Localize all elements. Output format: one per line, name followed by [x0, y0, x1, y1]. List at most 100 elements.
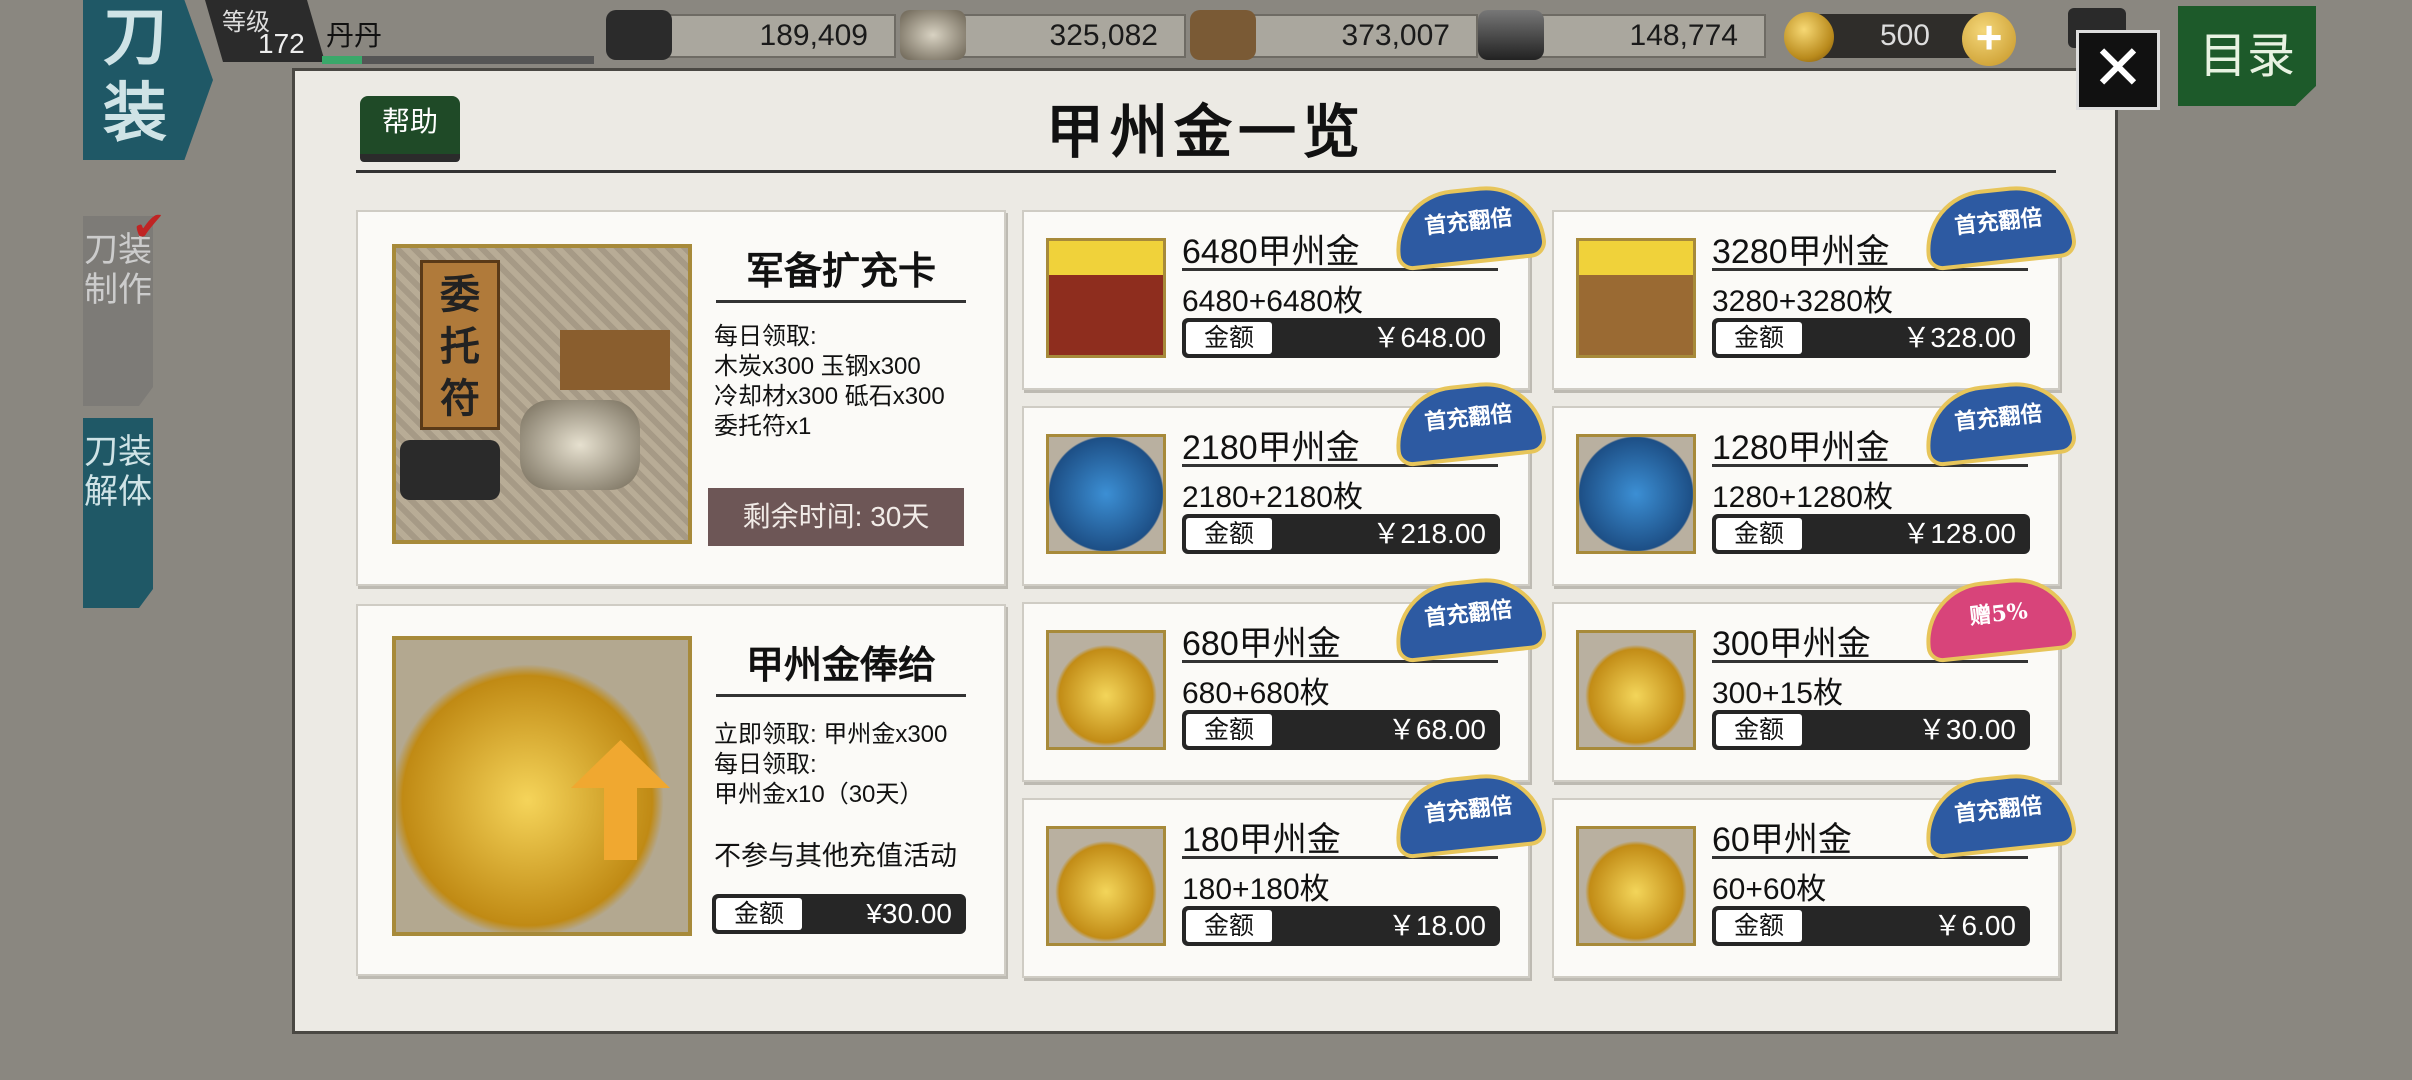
tab-dismantle[interactable]: 刀装解体: [83, 418, 153, 608]
pack-amount: 3280+3280枚: [1712, 285, 1893, 318]
title-divider: [356, 170, 2056, 173]
price-value: ￥30.00: [1917, 714, 2016, 745]
whetstone-icon: [520, 400, 640, 490]
pack-divider: [1182, 660, 1498, 663]
military-card-divider: [716, 300, 966, 303]
salary-buy-button[interactable]: 金额 ¥30.00: [712, 894, 966, 934]
pack-name: 3280甲州金: [1712, 233, 1890, 271]
resource-whetstone: 325,082: [960, 14, 1186, 58]
price-value: ￥6.00: [1933, 910, 2017, 941]
pack-buy-button[interactable]: 金额 ￥328.00: [1712, 318, 2030, 358]
pack-amount: 6480+6480枚: [1182, 285, 1363, 318]
pack-chest2-icon: [1576, 238, 1696, 358]
forge-logo: 刀装: [83, 0, 213, 160]
price-value: ￥218.00: [1372, 518, 1486, 549]
resource-charcoal: 189,409: [666, 14, 896, 58]
military-card-title: 军备扩充卡: [745, 248, 936, 293]
panel-title: 甲州金一览: [1045, 98, 1366, 166]
pack-amount: 1280+1280枚: [1712, 481, 1893, 514]
pack-buy-button[interactable]: 金额 ￥18.00: [1182, 906, 1500, 946]
price-label: 金额: [1716, 910, 1802, 942]
price-label: 金额: [1716, 714, 1802, 746]
price-value: ￥68.00: [1387, 714, 1486, 745]
pack-name: 180甲州金: [1182, 821, 1341, 859]
pack-coins-icon: [1046, 630, 1166, 750]
price-label: 金额: [1716, 518, 1802, 550]
close-button[interactable]: ✕: [2076, 30, 2160, 110]
help-button[interactable]: 帮助: [360, 96, 460, 162]
price-label: 金额: [1186, 714, 1272, 746]
pack-divider: [1712, 464, 2028, 467]
remaining-time: 剩余时间: 30天: [708, 488, 964, 546]
pack-divider: [1182, 464, 1498, 467]
check-icon: ✔: [132, 205, 166, 249]
desc-line: 委托符x1: [714, 413, 812, 440]
pack-buy-button[interactable]: 金额 ￥648.00: [1182, 318, 1500, 358]
pack-buy-button[interactable]: 金额 ￥128.00: [1712, 514, 2030, 554]
charcoal-icon: [400, 440, 500, 500]
price-value: ￥18.00: [1387, 910, 1486, 941]
pack-buy-button[interactable]: 金额 ￥218.00: [1182, 514, 1500, 554]
level-value: 172: [258, 28, 305, 59]
price-label: 金额: [1186, 322, 1272, 354]
pack-bag-icon: [1576, 434, 1696, 554]
salary-card-title: 甲州金俸给: [745, 642, 936, 687]
desc-line: 木炭x300 玉钢x300: [714, 353, 921, 380]
price-value: ￥128.00: [1902, 518, 2016, 549]
price-label: 金额: [1186, 518, 1272, 550]
desc-line: 冷却材x300 砥石x300: [714, 383, 945, 410]
menu-button[interactable]: 目录: [2178, 6, 2316, 106]
pack-chest-icon: [1046, 238, 1166, 358]
token-icon: 委托符: [420, 260, 500, 430]
desc-line: 立即领取: 甲州金x300: [714, 721, 948, 748]
pack-name: 60甲州金: [1712, 821, 1852, 859]
charcoal-icon: [606, 10, 672, 60]
pack-buy-button[interactable]: 金额 ￥30.00: [1712, 710, 2030, 750]
military-card-desc: 每日领取: 木炭x300 玉钢x300 冷却材x300 砥石x300 委托符x1: [714, 322, 984, 442]
desc-line: 每日领取:: [714, 323, 817, 350]
desc-line: 甲州金x10（30天）: [714, 781, 924, 808]
exp-bar-fill: [322, 56, 362, 64]
steel-icon: [1478, 10, 1544, 60]
pack-divider: [1182, 268, 1498, 271]
pack-bag-icon: [1046, 434, 1166, 554]
price-value: ￥648.00: [1372, 322, 1486, 353]
pack-coins-icon: [1576, 826, 1696, 946]
pack-divider: [1712, 268, 2028, 271]
pack-name: 1280甲州金: [1712, 429, 1890, 467]
pack-coins-icon: [1576, 630, 1696, 750]
player-name: 丹丹: [326, 20, 383, 51]
resource-coolant: 373,007: [1250, 14, 1478, 58]
exp-bar: [322, 56, 594, 64]
price-label: 金额: [1716, 322, 1802, 354]
salary-card-desc: 立即领取: 甲州金x300 每日领取: 甲州金x10（30天）: [714, 720, 984, 810]
coolant-icon: [1190, 10, 1256, 60]
pack-amount: 60+60枚: [1712, 873, 1827, 906]
price-label: 金额: [716, 898, 802, 930]
pack-divider: [1182, 856, 1498, 859]
add-gold-button[interactable]: +: [1962, 12, 2016, 66]
pack-name: 300甲州金: [1712, 625, 1871, 663]
price-label: 金额: [1186, 910, 1272, 942]
pack-buy-button[interactable]: 金额 ￥6.00: [1712, 906, 2030, 946]
pack-amount: 180+180枚: [1182, 873, 1330, 906]
pack-name: 2180甲州金: [1182, 429, 1360, 467]
pack-buy-button[interactable]: 金额 ￥68.00: [1182, 710, 1500, 750]
gold-coin-icon: [1784, 12, 1834, 62]
salary-card-note: 不参与其他充值活动: [714, 841, 957, 871]
price-value: ￥328.00: [1902, 322, 2016, 353]
pack-amount: 2180+2180枚: [1182, 481, 1363, 514]
pack-name: 6480甲州金: [1182, 233, 1360, 271]
price-value: ¥30.00: [866, 898, 952, 929]
whetstone-icon: [900, 10, 966, 60]
salary-card-divider: [716, 694, 966, 697]
desc-line: 每日领取:: [714, 751, 817, 778]
pack-name: 680甲州金: [1182, 625, 1341, 663]
resource-steel: 148,774: [1540, 14, 1766, 58]
pack-coins-icon: [1046, 826, 1166, 946]
coolant-icon: [560, 330, 670, 390]
pack-divider: [1712, 660, 2028, 663]
pack-divider: [1712, 856, 2028, 859]
pack-amount: 300+15枚: [1712, 677, 1843, 710]
pack-amount: 680+680枚: [1182, 677, 1330, 710]
